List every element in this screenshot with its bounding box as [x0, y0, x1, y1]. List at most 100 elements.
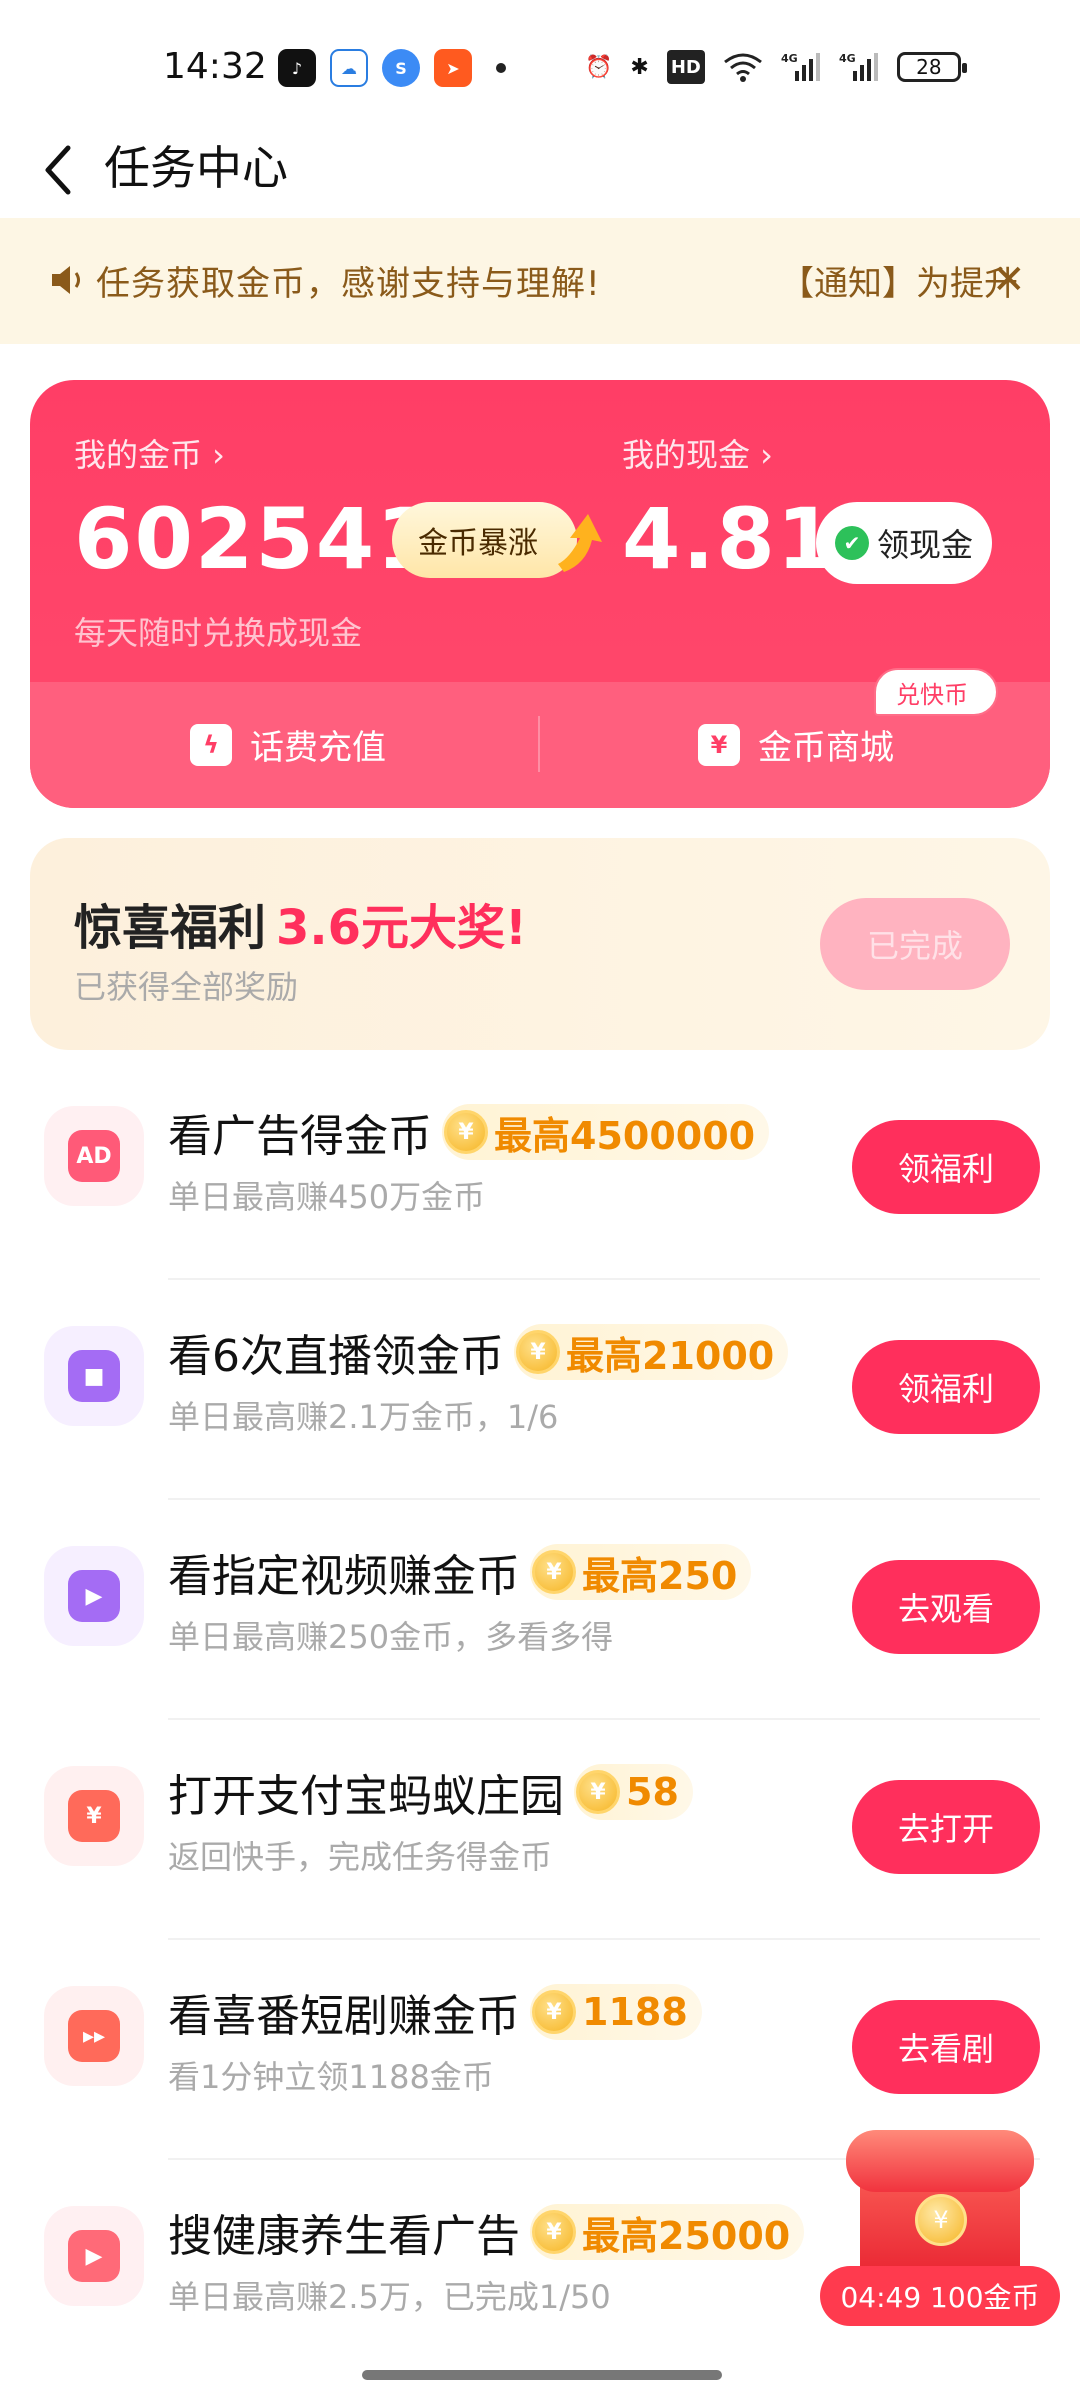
task-icon: AD [44, 1106, 144, 1206]
coin-surge-label: 金币暴涨 [418, 526, 538, 561]
task-title: 打开支付宝蚂蚁庄园 ¥58 [168, 1760, 693, 1824]
arrow-up-icon [558, 514, 602, 572]
task-description: 单日最高赚2.5万，已完成1/50 [168, 2278, 611, 2316]
phone-recharge-label: 话费充值 [250, 728, 386, 768]
page-header: 任务中心 [0, 128, 1080, 218]
coin-card: 我的金币 › 我的现金 › 602541 金币暴涨 4.81 ✔ 领现金 每天随… [30, 380, 1050, 808]
my-cash-link[interactable]: 我的现金 › [622, 430, 773, 476]
chest-lid [846, 2130, 1034, 2192]
notification-icons: ♪ ☁ S ➤ [278, 49, 506, 87]
coin-mall-label: 金币商城 [758, 728, 894, 768]
ticket-icon: ¥ [698, 723, 740, 766]
home-indicator[interactable] [362, 2370, 722, 2380]
lightning-icon: ϟ [190, 723, 232, 766]
task-description: 单日最高赚250金币，多看多得 [168, 1618, 614, 1656]
back-icon[interactable] [36, 140, 86, 200]
task-title: 看广告得金币 ¥ 最高4500000 [168, 1100, 770, 1164]
task-title: 看6次直播领金币 ¥ 最高21000 [168, 1320, 789, 1384]
battery-icon: 28 [896, 52, 967, 82]
task-icon-glyph: ▶ [68, 2230, 120, 2282]
task-title: 搜健康养生看广告 ¥ 最高25000 [168, 2200, 805, 2264]
surprise-subtitle: 已获得全部奖励 [74, 968, 299, 1006]
cash-balance: 4.81 [622, 490, 838, 588]
task-icon-glyph: ▶ [68, 1570, 120, 1622]
task-title-text: 看广告得金币 [168, 1111, 432, 1162]
svg-text:4G: 4G [839, 52, 856, 65]
more-notifications-dot [496, 63, 506, 73]
task-icon: ▶ [44, 1546, 144, 1646]
exchange-hint: 每天随时兑换成现金 [74, 614, 363, 652]
cloud-icon: ☁ [330, 49, 368, 87]
reward-pill: ¥ 最高21000 [514, 1324, 789, 1380]
coin-icon: ¥ [444, 1110, 488, 1154]
surprise-title: 惊喜福利 3.6元大奖! [74, 888, 527, 958]
reward-amount: 最高250 [582, 1553, 738, 1598]
task-title-text: 看指定视频赚金币 [168, 1551, 520, 1602]
task-title-text: 看6次直播领金币 [168, 1331, 504, 1382]
coin-icon: ¥ [576, 1770, 620, 1814]
task-action-button[interactable]: 去看剧 [852, 2000, 1040, 2094]
task-icon-glyph: AD [68, 1130, 120, 1182]
task-title-text: 搜健康养生看广告 [168, 2211, 520, 2262]
task-icon-glyph: ¥ [68, 1790, 120, 1842]
wechat-icon: ✔ [834, 526, 869, 560]
bluetooth-icon: ✱ [630, 54, 649, 80]
completed-button[interactable]: 已完成 [820, 898, 1010, 990]
reward-amount: 1188 [582, 1990, 688, 2034]
task-row: AD 看广告得金币 ¥ 最高4500000 单日最高赚450万金币 领福利 [0, 1060, 1080, 1280]
cashout-button[interactable]: ✔ 领现金 [816, 502, 992, 584]
surprise-highlight: 3.6元大奖! [276, 900, 527, 956]
reward-pill: ¥ 最高4500000 [442, 1104, 770, 1160]
coin-icon: ¥ [915, 2194, 967, 2246]
reward-pill: ¥ 最高25000 [530, 2204, 805, 2260]
task-action-button[interactable]: 领福利 [852, 1340, 1040, 1434]
floating-reward-chest[interactable]: ¥ 04:49 100金币 [820, 2130, 1060, 2330]
coin-icon: ¥ [532, 2210, 576, 2254]
coin-icon: ¥ [516, 1330, 560, 1374]
reward-countdown: 04:49 100金币 [820, 2266, 1060, 2326]
smb-icon: S [382, 49, 420, 87]
close-icon[interactable]: ✕ [992, 258, 1026, 302]
surprise-title-text: 惊喜福利 [74, 900, 267, 956]
signal-4g-icon: 4G [781, 50, 821, 84]
notice-bar[interactable]: 任务获取金币，感谢支持与理解! 【通知】为提升 ✕ [0, 218, 1080, 344]
mall-badge-label: 兑快币 [874, 668, 998, 716]
task-action-button[interactable]: 领福利 [852, 1120, 1040, 1214]
task-title: 看喜番短剧赚金币 ¥1188 [168, 1980, 702, 2044]
task-action-button[interactable]: 去观看 [852, 1560, 1040, 1654]
reward-amount: 最高21000 [566, 1333, 775, 1378]
task-icon: ▶ [44, 2206, 144, 2306]
task-icon: ¥ [44, 1766, 144, 1866]
task-description: 单日最高赚450万金币 [168, 1178, 486, 1216]
svg-text:4G: 4G [781, 52, 798, 65]
task-title: 看指定视频赚金币 ¥ 最高250 [168, 1540, 752, 1604]
task-icon: ■ [44, 1326, 144, 1426]
notice-text-secondary: 【通知】为提升 [780, 264, 1018, 304]
alarm-icon: ⏰ [585, 54, 613, 80]
status-time: 14:32 [163, 46, 267, 87]
send-icon: ➤ [434, 49, 472, 87]
task-title-text: 看喜番短剧赚金币 [168, 1991, 520, 2042]
battery-level: 28 [916, 55, 942, 79]
speaker-icon [52, 266, 80, 294]
my-coins-link[interactable]: 我的金币 › [74, 430, 225, 476]
task-description: 返回快手，完成任务得金币 [168, 1838, 553, 1876]
task-action-button[interactable]: 去打开 [852, 1780, 1040, 1874]
reward-pill: ¥ 最高250 [530, 1544, 752, 1600]
mall-badge: 兑快币 [874, 668, 998, 718]
coin-icon: ¥ [532, 1990, 576, 2034]
coin-mall-button[interactable]: ¥ 金币商城 [698, 720, 894, 769]
task-row: ¥ 打开支付宝蚂蚁庄园 ¥58 返回快手，完成任务得金币 去打开 [0, 1720, 1080, 1940]
task-row: ▶ 看指定视频赚金币 ¥ 最高250 单日最高赚250金币，多看多得 去观看 [0, 1500, 1080, 1720]
task-icon-glyph: ■ [68, 1350, 120, 1402]
status-bar: 14:32 ♪ ☁ S ➤ ⏰ ✱ HD 4G 4G 28 [0, 0, 1080, 140]
divider [538, 716, 540, 772]
tiktok-icon: ♪ [278, 49, 316, 87]
phone-recharge-button[interactable]: ϟ 话费充值 [190, 720, 386, 769]
hd-icon: HD [666, 50, 705, 84]
task-description: 单日最高赚2.1万金币，1/6 [168, 1398, 559, 1436]
task-row: ■ 看6次直播领金币 ¥ 最高21000 单日最高赚2.1万金币，1/6 领福利 [0, 1280, 1080, 1500]
reward-pill: ¥1188 [530, 1984, 702, 2040]
reward-amount: 最高4500000 [494, 1113, 756, 1158]
page-title: 任务中心 [104, 141, 288, 195]
